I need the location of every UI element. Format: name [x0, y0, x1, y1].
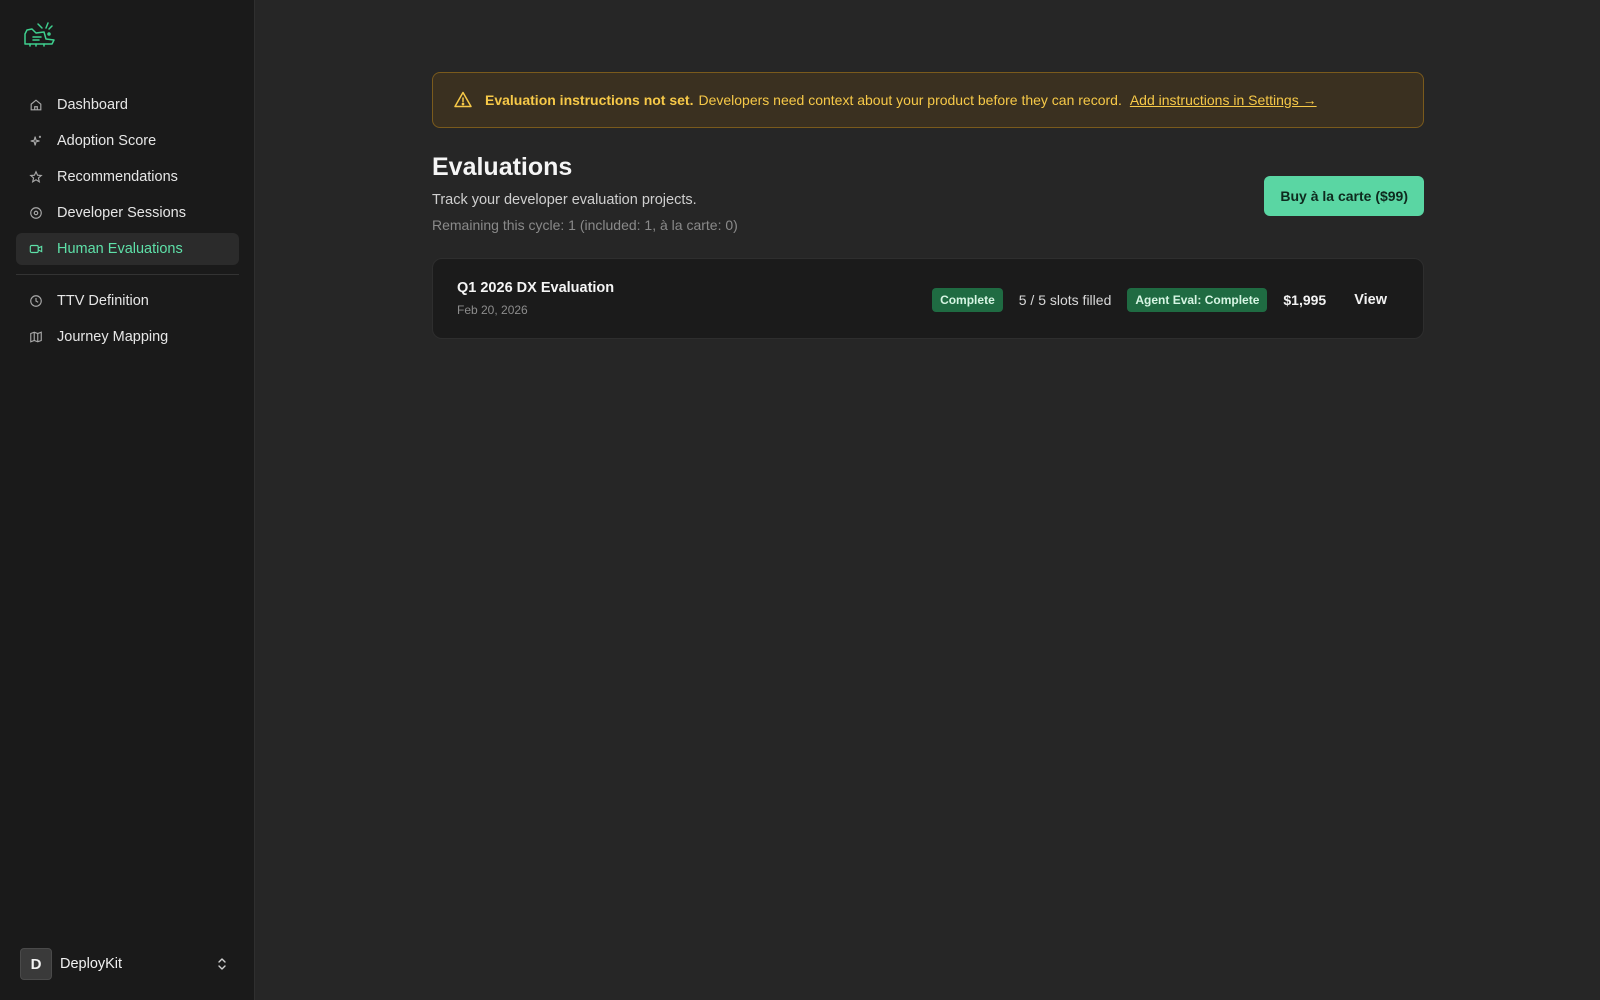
sidebar-item-journey-mapping[interactable]: Journey Mapping: [16, 321, 239, 353]
sparkle-icon: [28, 133, 44, 149]
sidebar-item-label: Developer Sessions: [57, 205, 186, 221]
chevron-up-down-icon: [215, 957, 229, 971]
evaluation-price: $1,995: [1283, 292, 1327, 308]
alert-message: Developers need context about your produ…: [698, 92, 1122, 108]
sidebar-item-ttv-definition[interactable]: TTV Definition: [16, 285, 239, 317]
sidebar-item-recommendations[interactable]: Recommendations: [16, 161, 239, 193]
sidebar-item-developer-sessions[interactable]: Developer Sessions: [16, 197, 239, 229]
workspace-avatar: D: [20, 948, 52, 980]
clock-icon: [28, 293, 44, 309]
agent-eval-badge: Agent Eval: Complete: [1127, 288, 1268, 312]
sidebar-nav: Dashboard Adoption Score Recommendations…: [16, 89, 239, 357]
remaining-quota: Remaining this cycle: 1 (included: 1, à …: [432, 217, 738, 233]
sidebar: Dashboard Adoption Score Recommendations…: [0, 0, 255, 1000]
workspace-name: DeployKit: [60, 956, 123, 972]
sidebar-item-label: Human Evaluations: [57, 241, 183, 257]
instructions-warning-banner: Evaluation instructions not set. Develop…: [432, 72, 1424, 128]
evaluation-name: Q1 2026 DX Evaluation: [457, 280, 615, 296]
main-content: Evaluation instructions not set. Develop…: [432, 72, 1424, 339]
nav-divider: [16, 274, 239, 275]
alert-title: Evaluation instructions not set.: [485, 92, 694, 108]
sidebar-item-label: Recommendations: [57, 169, 178, 185]
map-icon: [28, 329, 44, 345]
sidebar-item-human-evaluations[interactable]: Human Evaluations: [16, 233, 239, 265]
view-button[interactable]: View: [1354, 292, 1387, 308]
video-icon: [28, 241, 44, 257]
evaluation-card[interactable]: Q1 2026 DX Evaluation Feb 20, 2026 Compl…: [432, 258, 1424, 339]
target-icon: [28, 205, 44, 221]
star-icon: [28, 169, 44, 185]
status-badge: Complete: [932, 288, 1003, 312]
sidebar-item-dashboard[interactable]: Dashboard: [16, 89, 239, 121]
sidebar-item-label: Dashboard: [57, 97, 128, 113]
sidebar-item-label: TTV Definition: [57, 293, 149, 309]
settings-link[interactable]: Add instructions in Settings →: [1130, 92, 1317, 108]
warning-icon: [453, 90, 473, 110]
sidebar-item-label: Adoption Score: [57, 133, 157, 149]
logo-icon[interactable]: [22, 20, 58, 50]
evaluation-meta: Complete 5 / 5 slots filled Agent Eval: …: [932, 288, 1387, 312]
slots-filled: 5 / 5 slots filled: [1018, 292, 1112, 308]
buy-a-la-carte-button[interactable]: Buy à la carte ($99): [1264, 176, 1424, 216]
sidebar-item-label: Journey Mapping: [57, 329, 169, 345]
workspace-switcher[interactable]: D DeployKit: [20, 948, 235, 980]
evaluation-date: Feb 20, 2026: [457, 303, 528, 317]
page-header: Evaluations Track your developer evaluat…: [432, 153, 1424, 253]
sidebar-item-adoption-score[interactable]: Adoption Score: [16, 125, 239, 157]
home-icon: [28, 97, 44, 113]
